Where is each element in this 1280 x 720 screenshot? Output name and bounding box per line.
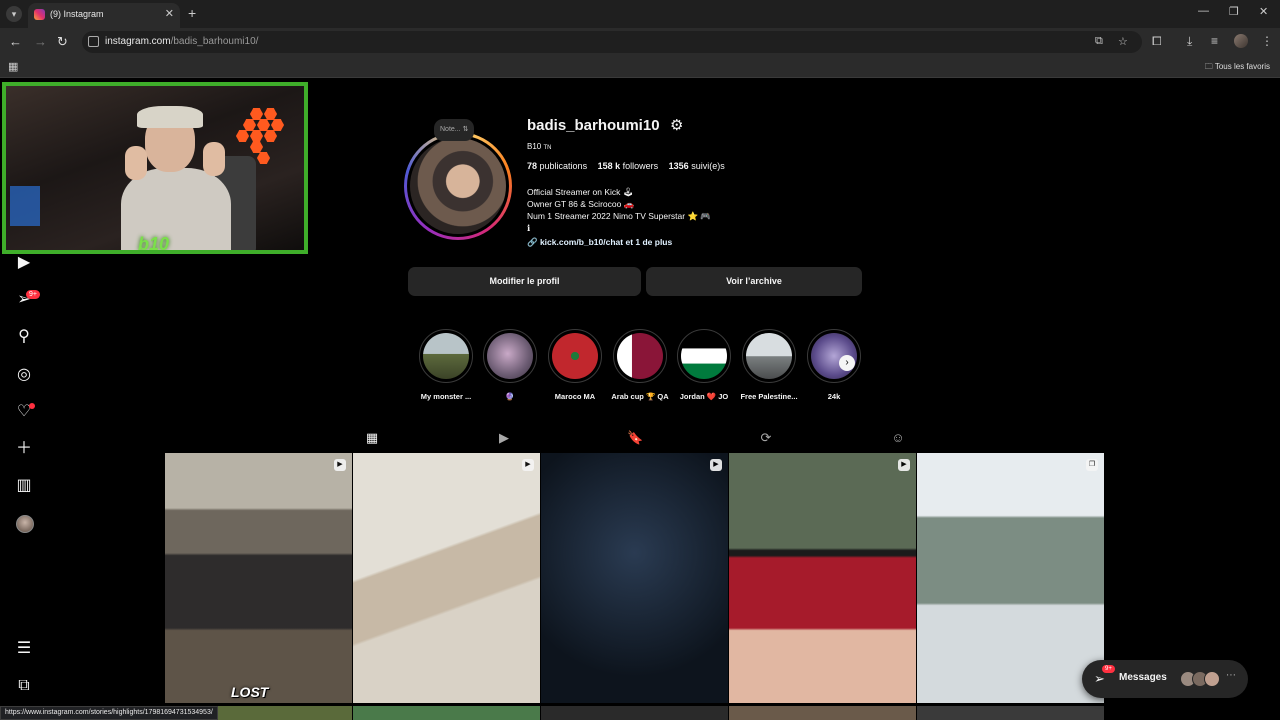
restore-icon[interactable]: ❐ bbox=[1229, 5, 1239, 18]
post-thumbnail[interactable]: ▶ bbox=[541, 453, 728, 703]
notification-dot bbox=[29, 403, 35, 409]
post-thumbnail[interactable] bbox=[541, 706, 728, 720]
reel-icon: ▶ bbox=[710, 459, 722, 471]
notifications-badge: 9+ bbox=[26, 290, 40, 299]
post-thumbnail[interactable] bbox=[353, 706, 540, 720]
apps-grid-icon[interactable]: ▦ bbox=[8, 60, 18, 73]
more-dots-icon[interactable]: ⋯ bbox=[1226, 670, 1236, 681]
webcam-monitor-glow bbox=[10, 186, 40, 226]
create-plus-icon[interactable]: ＋ bbox=[14, 439, 34, 459]
reel-icon: ▶ bbox=[334, 459, 346, 471]
note-bubble[interactable]: Note... ⇅ bbox=[434, 119, 475, 141]
post-thumbnail[interactable] bbox=[729, 706, 916, 720]
bio-link[interactable]: 🔗 kick.com/b_b10/chat et 1 de plus bbox=[527, 237, 672, 248]
tab-saved-icon[interactable]: 🔖 bbox=[627, 430, 643, 446]
address-bar[interactable]: instagram.com/badis_barhoumi10/ ⧉ ☆ bbox=[82, 31, 1142, 53]
highlight-item[interactable]: 🔮 bbox=[478, 329, 542, 401]
bookmarks-bar: ▦ 🗀 Tous les favoris bbox=[0, 56, 1280, 78]
streamer-figure bbox=[121, 106, 231, 250]
messages-badge: 9+ bbox=[1102, 665, 1115, 673]
tab-tagged-icon[interactable]: ☺ bbox=[890, 430, 906, 446]
reels-icon[interactable]: ▶ bbox=[14, 253, 34, 273]
instagram-profile-page: ▶ ➢ 9+ ⚲ ◎ ♡ ＋ ▥ ☰ ⧉ b10 Note... ⇅ badis… bbox=[0, 79, 1280, 720]
post-caption: LOST bbox=[231, 684, 269, 700]
bio-line: ℹ bbox=[527, 223, 531, 233]
tab-title: (9) Instagram bbox=[50, 9, 104, 19]
browser-tab[interactable]: (9) Instagram ✕ bbox=[28, 3, 180, 28]
profile-full-name: B10 TN bbox=[527, 142, 552, 151]
messages-button[interactable]: ➢ 9+ Messages ⋯ bbox=[1082, 660, 1248, 698]
profile-bio: Official Streamer on Kick 🕹 Owner GT 86 … bbox=[527, 186, 711, 234]
bio-line: Official Streamer on Kick 🕹 bbox=[527, 187, 634, 197]
url-text: instagram.com/badis_barhoumi10/ bbox=[105, 36, 259, 47]
tab-close-icon[interactable]: ✕ bbox=[165, 7, 174, 20]
back-icon[interactable]: ← bbox=[9, 34, 22, 49]
streamer-webcam-overlay: b10 bbox=[2, 82, 308, 254]
highlights-next-icon[interactable]: › bbox=[839, 355, 855, 371]
tab-reposts-icon[interactable]: ⟳ bbox=[758, 430, 774, 446]
install-app-icon[interactable]: ⧉ bbox=[1095, 35, 1103, 48]
reload-icon[interactable]: ↻ bbox=[57, 34, 68, 50]
webcam-logo: b10 bbox=[138, 234, 170, 254]
reel-icon: ▶ bbox=[898, 459, 910, 471]
view-archive-button[interactable]: Voir l’archive bbox=[646, 267, 862, 296]
all-bookmarks-folder[interactable]: 🗀 Tous les favoris bbox=[1205, 61, 1270, 75]
bookmark-star-icon[interactable]: ☆ bbox=[1118, 35, 1128, 48]
browser-tab-bar: ▾ (9) Instagram ✕ + — ❐ ✕ bbox=[0, 0, 1280, 28]
site-info-icon[interactable] bbox=[88, 36, 99, 47]
browser-profile-avatar[interactable] bbox=[1234, 34, 1248, 48]
download-icon[interactable]: ⤓ bbox=[1187, 34, 1192, 49]
instagram-favicon-icon bbox=[34, 9, 45, 20]
highlight-item[interactable]: Arab cup 🏆 QA bbox=[608, 329, 672, 401]
profile-nav-avatar[interactable] bbox=[16, 515, 34, 533]
carousel-icon: ❐ bbox=[1086, 459, 1098, 471]
forward-icon[interactable]: → bbox=[34, 34, 47, 49]
messenger-icon: ➢ bbox=[1094, 671, 1105, 686]
more-menu-icon[interactable]: ☰ bbox=[14, 639, 34, 659]
post-thumbnail[interactable]: ▶ bbox=[353, 453, 540, 703]
highlight-item[interactable]: 24k bbox=[802, 329, 866, 401]
new-tab-icon[interactable]: + bbox=[188, 5, 196, 21]
messages-label: Messages bbox=[1119, 672, 1167, 683]
followers-stat[interactable]: 158 k followers bbox=[598, 161, 659, 171]
browser-toolbar: ← → ↻ instagram.com/badis_barhoumi10/ ⧉ … bbox=[0, 28, 1280, 56]
profile-avatar[interactable] bbox=[404, 132, 512, 240]
settings-gear-icon[interactable]: ⚙ bbox=[670, 116, 683, 134]
profile-stats: 78 publications 158 k followers 1356 sui… bbox=[527, 161, 725, 171]
conversation-avatar bbox=[1204, 671, 1220, 687]
search-icon[interactable]: ⚲ bbox=[14, 327, 34, 347]
also-from-meta-icon[interactable]: ⧉ bbox=[14, 676, 34, 696]
browser-menu-icon[interactable]: ⋮ bbox=[1261, 34, 1273, 48]
hexagon-lights bbox=[232, 108, 292, 168]
tab-search-menu-icon[interactable]: ▾ bbox=[6, 6, 22, 22]
window-close-icon[interactable]: ✕ bbox=[1259, 5, 1268, 18]
highlight-item[interactable]: Free Palestine... bbox=[737, 329, 801, 401]
reel-icon: ▶ bbox=[522, 459, 534, 471]
following-stat[interactable]: 1356 suivi(e)s bbox=[669, 161, 725, 171]
highlight-item[interactable]: Jordan ❤️ JO bbox=[672, 329, 736, 401]
bio-line: Num 1 Streamer 2022 Nimo TV Superstar ⭐ … bbox=[527, 211, 711, 221]
link-hover-status: https://www.instagram.com/stories/highli… bbox=[0, 706, 218, 720]
profile-username: badis_barhoumi10 bbox=[527, 117, 660, 134]
minimize-icon[interactable]: — bbox=[1198, 5, 1209, 17]
tab-reels-icon[interactable]: ▶ bbox=[496, 430, 512, 446]
dashboard-icon[interactable]: ▥ bbox=[14, 476, 34, 496]
highlight-item[interactable]: My monster ... bbox=[414, 329, 478, 401]
tab-posts-grid-icon[interactable]: ▦ bbox=[364, 430, 380, 446]
posts-stat: 78 publications bbox=[527, 161, 588, 171]
extensions-icon[interactable]: ⧠ bbox=[1152, 34, 1162, 49]
post-thumbnail[interactable]: ▶ LOST bbox=[165, 453, 352, 703]
post-thumbnail[interactable] bbox=[917, 706, 1104, 720]
post-thumbnail[interactable]: ▶ bbox=[729, 453, 916, 703]
highlight-item[interactable]: Maroco MA bbox=[543, 329, 607, 401]
post-thumbnail[interactable]: ❐ bbox=[917, 453, 1104, 703]
bio-line: Owner GT 86 & Scirocoo 🚗 bbox=[527, 199, 635, 209]
explore-compass-icon[interactable]: ◎ bbox=[14, 365, 34, 385]
media-control-icon[interactable]: ≡ bbox=[1211, 34, 1218, 48]
edit-profile-button[interactable]: Modifier le profil bbox=[408, 267, 641, 296]
